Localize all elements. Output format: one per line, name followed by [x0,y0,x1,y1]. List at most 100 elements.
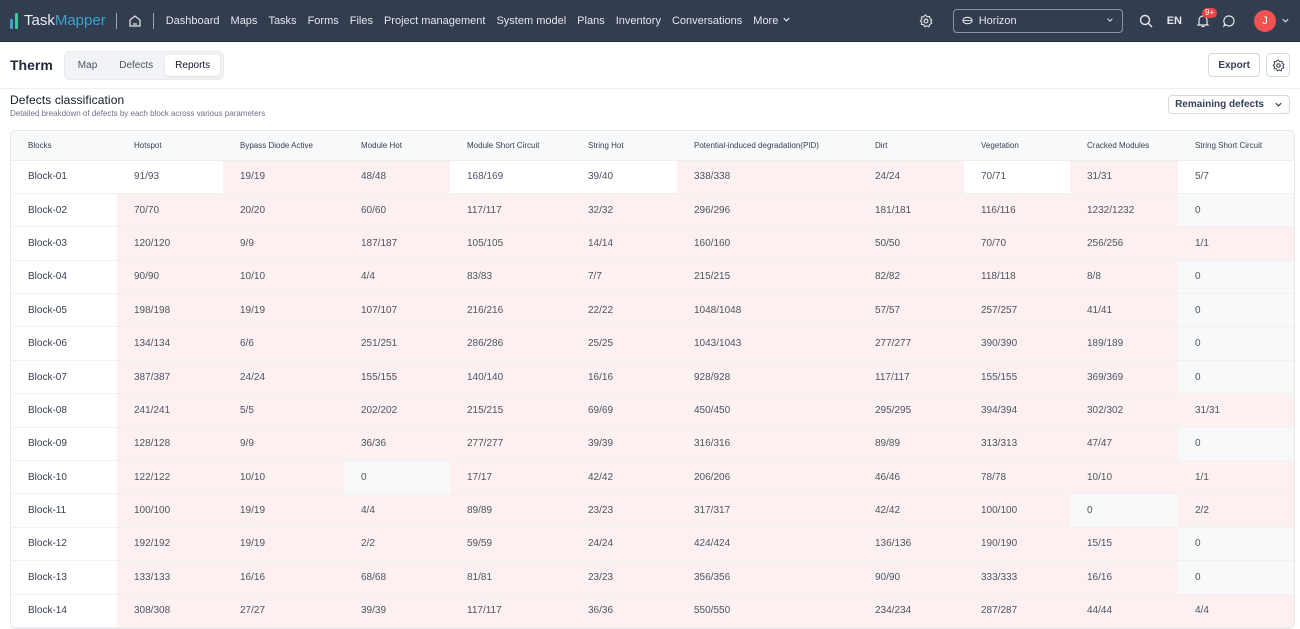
defect-count-cell[interactable]: 4/4 [1178,594,1294,628]
defect-count-cell[interactable]: 136/136 [858,527,964,562]
defect-count-cell[interactable]: 0 [1178,260,1294,295]
defect-count-cell[interactable]: 928/928 [677,360,858,395]
defect-count-cell[interactable]: 234/234 [858,594,964,628]
home-icon[interactable] [127,13,143,29]
defect-count-cell[interactable]: 69/69 [571,393,677,428]
tab-reports[interactable]: Reports [165,54,221,76]
language-switcher[interactable]: EN [1167,15,1182,27]
defect-count-cell[interactable]: 10/10 [1070,460,1178,495]
defect-count-cell[interactable]: 356/356 [677,560,858,595]
defect-count-cell[interactable]: 308/308 [117,594,223,628]
defect-count-cell[interactable]: 369/369 [1070,360,1178,395]
defect-count-cell[interactable]: 59/59 [450,527,571,562]
defect-count-cell[interactable]: 8/8 [1070,260,1178,295]
settings-gear-icon[interactable] [913,8,939,34]
project-selector[interactable]: Horizon [952,8,1123,33]
defect-count-cell[interactable]: 23/23 [571,493,677,528]
defect-count-cell[interactable]: 287/287 [964,594,1070,628]
defect-count-cell[interactable]: 70/70 [117,193,223,228]
defect-count-cell[interactable]: 5/5 [223,393,344,428]
defect-count-cell[interactable]: 42/42 [858,493,964,528]
defect-count-cell[interactable]: 90/90 [858,560,964,595]
defect-count-cell[interactable]: 2/2 [1178,493,1294,528]
defect-count-cell[interactable]: 24/24 [223,360,344,395]
defect-count-cell[interactable]: 6/6 [223,326,344,361]
nav-item-conversations[interactable]: Conversations [672,15,742,27]
nav-item-files[interactable]: Files [350,15,373,27]
defect-count-cell[interactable]: 1048/1048 [677,293,858,328]
defect-count-cell[interactable]: 41/41 [1070,293,1178,328]
defect-count-cell[interactable]: 47/47 [1070,427,1178,462]
defect-count-cell[interactable]: 19/19 [223,527,344,562]
defect-count-cell[interactable]: 128/128 [117,427,223,462]
defect-count-cell[interactable]: 189/189 [1070,326,1178,361]
defect-count-cell[interactable]: 140/140 [450,360,571,395]
defect-count-cell[interactable]: 277/277 [858,326,964,361]
defect-count-cell[interactable]: 133/133 [117,560,223,595]
defect-count-cell[interactable]: 1043/1043 [677,326,858,361]
app-logo[interactable]: TaskMapper [10,12,106,29]
defect-count-cell[interactable]: 296/296 [677,193,858,228]
defect-count-cell[interactable]: 215/215 [677,260,858,295]
defect-count-cell[interactable]: 0 [1070,493,1178,528]
defect-count-cell[interactable]: 89/89 [450,493,571,528]
nav-item-inventory[interactable]: Inventory [616,15,661,27]
defect-count-cell[interactable]: 251/251 [344,326,450,361]
nav-item-plans[interactable]: Plans [577,15,605,27]
defect-count-cell[interactable]: 387/387 [117,360,223,395]
defect-count-cell[interactable]: 241/241 [117,393,223,428]
defect-count-cell[interactable]: 122/122 [117,460,223,495]
defect-count-cell[interactable]: 118/118 [964,260,1070,295]
defect-count-cell[interactable]: 338/338 [677,160,858,194]
defect-count-cell[interactable]: 90/90 [117,260,223,295]
defect-count-cell[interactable]: 83/83 [450,260,571,295]
defect-count-cell[interactable]: 7/7 [571,260,677,295]
defect-count-cell[interactable]: 1/1 [1178,460,1294,495]
defect-count-cell[interactable]: 107/107 [344,293,450,328]
nav-item-project-management[interactable]: Project management [384,15,486,27]
defect-count-cell[interactable]: 1232/1232 [1070,193,1178,228]
defect-count-cell[interactable]: 0 [1178,193,1294,228]
defect-count-cell[interactable]: 333/333 [964,560,1070,595]
defect-count-cell[interactable]: 89/89 [858,427,964,462]
defect-count-cell[interactable]: 313/313 [964,427,1070,462]
defect-count-cell[interactable]: 120/120 [117,226,223,261]
user-avatar[interactable]: J [1254,9,1276,32]
defect-count-cell[interactable]: 302/302 [1070,393,1178,428]
defect-count-cell[interactable]: 50/50 [858,226,964,261]
defect-count-cell[interactable]: 0 [344,460,450,495]
defect-count-cell[interactable]: 317/317 [677,493,858,528]
defect-count-cell[interactable]: 9/9 [223,226,344,261]
defect-count-cell[interactable]: 424/424 [677,527,858,562]
defect-count-cell[interactable]: 10/10 [223,260,344,295]
defect-count-cell[interactable]: 39/39 [344,594,450,628]
defect-count-cell[interactable]: 190/190 [964,527,1070,562]
defect-count-cell[interactable]: 39/39 [571,427,677,462]
defect-count-cell[interactable]: 14/14 [571,226,677,261]
defect-count-cell[interactable]: 39/40 [571,160,677,194]
defect-count-cell[interactable]: 117/117 [450,594,571,628]
defect-count-cell[interactable]: 295/295 [858,393,964,428]
defect-count-cell[interactable]: 46/46 [858,460,964,495]
defect-count-cell[interactable]: 70/71 [964,160,1070,194]
defect-count-cell[interactable]: 36/36 [571,594,677,628]
defect-count-cell[interactable]: 0 [1178,293,1294,328]
defect-count-cell[interactable]: 17/17 [450,460,571,495]
settings-button[interactable] [1266,53,1290,77]
defect-count-cell[interactable]: 100/100 [964,493,1070,528]
defect-count-cell[interactable]: 277/277 [450,427,571,462]
defect-count-cell[interactable]: 216/216 [450,293,571,328]
defect-count-cell[interactable]: 60/60 [344,193,450,228]
defect-count-cell[interactable]: 36/36 [344,427,450,462]
defect-count-cell[interactable]: 257/257 [964,293,1070,328]
export-button[interactable]: Export [1208,53,1260,77]
defect-count-cell[interactable]: 82/82 [858,260,964,295]
defect-count-cell[interactable]: 4/4 [344,493,450,528]
defect-count-cell[interactable]: 0 [1178,427,1294,462]
defect-count-cell[interactable]: 450/450 [677,393,858,428]
defect-count-cell[interactable]: 0 [1178,360,1294,395]
defect-count-cell[interactable]: 117/117 [858,360,964,395]
notifications-bell-icon[interactable]: 9+ [1190,7,1218,34]
defect-count-cell[interactable]: 19/19 [223,293,344,328]
tab-map[interactable]: Map [68,55,107,76]
